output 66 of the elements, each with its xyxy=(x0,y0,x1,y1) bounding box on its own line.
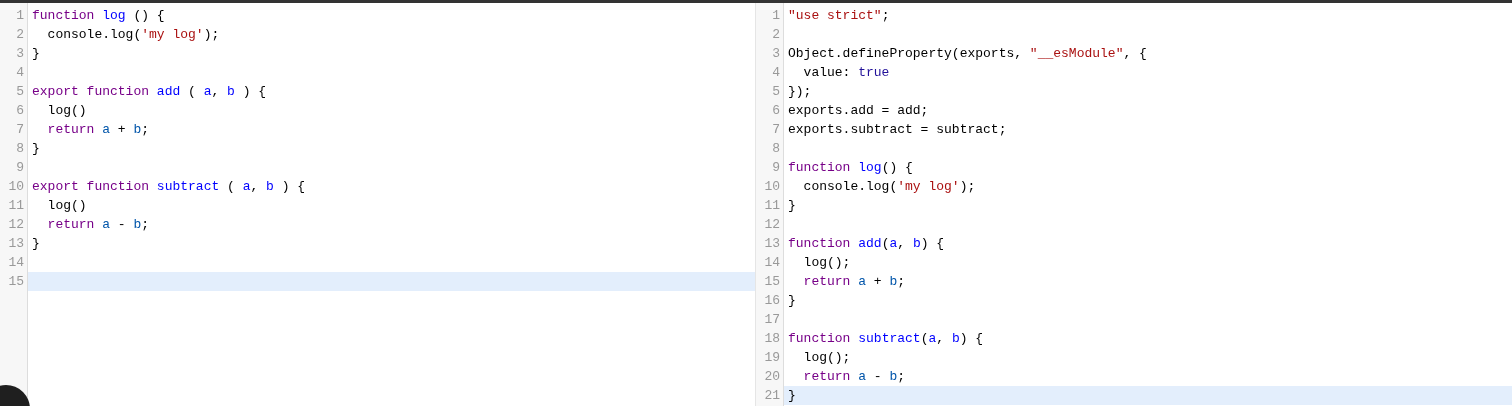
line-number: 21 xyxy=(763,387,781,405)
line-number: 19 xyxy=(763,349,781,367)
line-number: 14 xyxy=(763,254,781,272)
line-number: 9 xyxy=(15,159,25,177)
line-number: 8 xyxy=(771,140,781,158)
line-number: 12 xyxy=(7,216,25,234)
line-number: 17 xyxy=(763,311,781,329)
code-line: log() xyxy=(46,103,87,118)
line-number: 13 xyxy=(7,235,25,253)
line-number: 16 xyxy=(763,292,781,310)
line-number: 10 xyxy=(7,178,25,196)
code-line: }); xyxy=(788,84,812,99)
line-number: 1 xyxy=(771,7,781,25)
line-number: 20 xyxy=(763,368,781,386)
line-number: 15 xyxy=(763,273,781,291)
code-line: return a - b; xyxy=(46,217,150,232)
code-line: exports.subtract = subtract; xyxy=(788,122,1007,137)
line-number: 6 xyxy=(15,102,25,120)
line-number: 7 xyxy=(15,121,25,139)
line-number: 14 xyxy=(7,254,25,272)
code-line: "use strict"; xyxy=(788,8,890,23)
line-number: 11 xyxy=(7,197,25,215)
code-line: export function subtract ( a, b ) { xyxy=(32,179,306,194)
line-number: 4 xyxy=(771,64,781,82)
editor-pane[interactable] xyxy=(756,3,1512,406)
code-line: } xyxy=(788,198,796,213)
code-line: console.log('my log'); xyxy=(46,27,220,42)
code-line: log(); xyxy=(802,350,851,365)
line-number: 10 xyxy=(763,178,781,196)
line-number: 1 xyxy=(15,7,25,25)
line-number: 15 xyxy=(7,273,25,291)
code-line: return a - b; xyxy=(802,369,906,384)
code-line: } xyxy=(788,388,796,403)
code-line: } xyxy=(32,141,40,156)
code-line: } xyxy=(32,46,40,61)
code-line: value: true xyxy=(802,65,890,80)
code-line: Object.defineProperty(exports, "__esModule", { xyxy=(788,46,1147,61)
code-line: function log() { xyxy=(788,160,913,175)
line-number: 6 xyxy=(771,102,781,120)
line-number: 3 xyxy=(771,45,781,63)
code-line: return a + b; xyxy=(46,122,150,137)
code-line: function log () { xyxy=(32,8,165,23)
code-line: log() xyxy=(46,198,87,213)
line-number: 3 xyxy=(15,45,25,63)
line-number: 2 xyxy=(771,26,781,44)
code-line: function add(a, b) { xyxy=(788,236,945,251)
code-line: return a + b; xyxy=(802,274,906,289)
code-line: export function add ( a, b ) { xyxy=(32,84,267,99)
code-line: console.log('my log'); xyxy=(802,179,976,194)
code-line: } xyxy=(32,236,40,251)
code-line: log(); xyxy=(802,255,851,270)
code-line: } xyxy=(788,293,796,308)
code-line: exports.add = add; xyxy=(788,103,929,118)
editor-pane[interactable]: 1 2 3 4 5 6 7 8 9 10 11 12 13 14 15 function log () { console.log('my log'); } export function add ( a, b ) { log() return a + b; } export function subtract ( a, b ) { log() return a - b; } xyxy=(0,3,756,406)
line-number: 13 xyxy=(763,235,781,253)
line-number: 9 xyxy=(771,159,781,177)
line-number: 2 xyxy=(15,26,25,44)
code-line: function subtract(a, b) { xyxy=(788,331,984,346)
line-number: 18 xyxy=(763,330,781,348)
line-number: 7 xyxy=(771,121,781,139)
line-number: 12 xyxy=(763,216,781,234)
line-number: 8 xyxy=(15,140,25,158)
line-number: 5 xyxy=(771,83,781,101)
line-number: 5 xyxy=(15,83,25,101)
line-number: 11 xyxy=(763,197,781,215)
line-number: 4 xyxy=(15,64,25,82)
